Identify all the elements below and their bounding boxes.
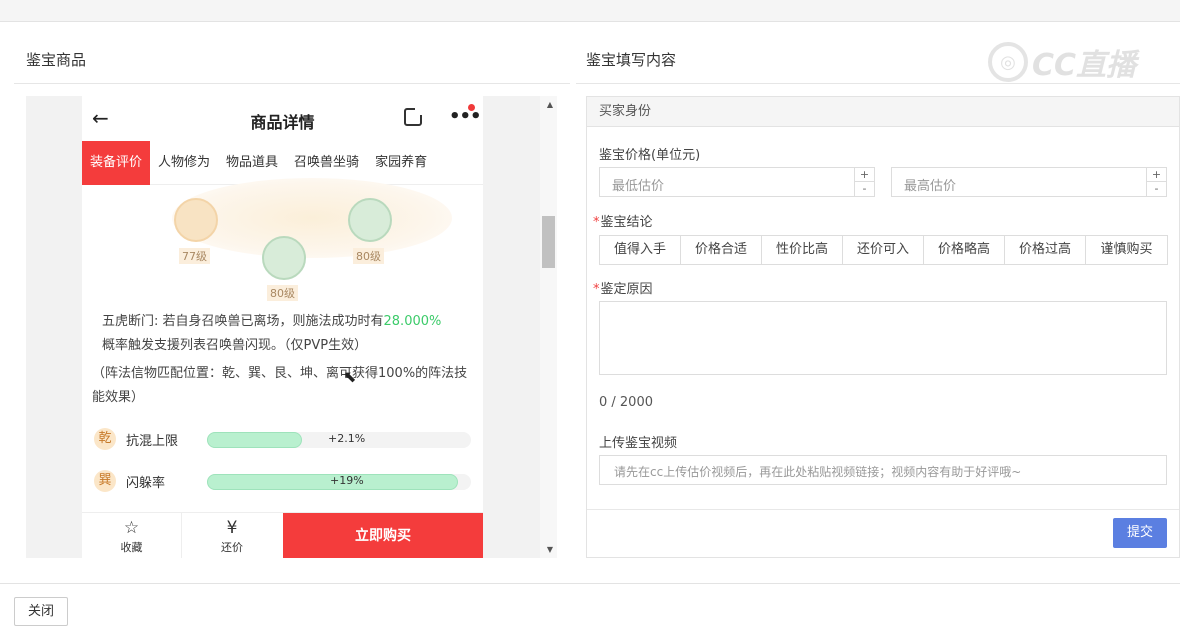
skill-text: 五虎断门: 若自身召唤兽已离场，则施法成功时有 [102,314,384,329]
min-price-input[interactable]: 最低估价 + - [599,167,875,197]
reason-label: *鉴定原因 [593,278,653,297]
max-price-placeholder: 最高估价 [904,179,957,194]
formation-position-text: （阵法信物匹配位置：乾、巽、艮、坤、离可获得100%的阵法技能效果） [92,366,468,405]
weapon-badge-icon [348,198,392,242]
product-preview[interactable]: ← 商品详情 ••• 装备评价 人物修为 物品道具 召唤兽坐骑 家园养育 77级… [26,96,557,558]
required-mark: * [593,215,600,230]
conclusion-option[interactable]: 值得入手 [600,236,681,264]
scroll-up-icon[interactable]: ▲ [547,100,553,109]
video-link-input[interactable]: 请先在cc上传估价视频后，再在此处粘贴视频链接；视频内容有助于好评哦~ [599,455,1167,485]
favorite-button[interactable]: ☆ 收藏 [82,513,182,558]
preview-scrollbar[interactable]: ▲ ▼ [540,96,557,558]
buy-now-button[interactable]: 立即购买 [283,513,483,558]
level-label: 80级 [267,285,298,301]
formation-badge-icon [174,198,218,242]
watermark-text: CC直播 [1032,48,1137,83]
plus-icon[interactable]: + [1147,168,1166,182]
required-mark: * [593,282,600,297]
max-price-input[interactable]: 最高估价 + - [891,167,1167,197]
bargain-button[interactable]: ¥ 还价 [182,513,282,558]
buyer-identity-header: 买家身份 [587,97,1179,127]
conclusion-option[interactable]: 价格合适 [681,236,762,264]
scrollbar-thumb[interactable] [542,216,555,268]
submit-button[interactable]: 提交 [1113,518,1167,548]
tab-character[interactable]: 人物修为 [150,141,218,185]
plus-icon[interactable]: + [855,168,874,182]
skill-highlight: 28.000% [383,314,442,329]
footer-divider [0,583,1180,584]
conclusion-option[interactable]: 还价可入 [843,236,924,264]
form-footer-divider [587,509,1179,510]
formation-artwork: 77级 80级 80级 [162,178,462,303]
top-bar [0,0,1180,22]
notification-dot [468,104,475,111]
conclusion-option[interactable]: 谨慎购买 [1086,236,1167,264]
stat-value: +2.1% [328,432,366,445]
conclusion-options: 值得入手 价格合适 性价比高 还价可入 价格略高 价格过高 谨慎购买 [599,235,1168,265]
skill-description: 五虎断门: 若自身召唤兽已离场，则施法成功时有28.000% 概率触发支援列表召… [102,310,472,358]
level-label: 80级 [353,248,384,264]
phone-screen: ← 商品详情 ••• 装备评价 人物修为 物品道具 召唤兽坐骑 家园养育 77级… [82,96,483,558]
stat-symbol: 乾 [94,428,116,450]
min-price-stepper[interactable]: + - [854,168,874,196]
stat-name: 抗混上限 [126,434,179,449]
left-section-title: 鉴宝商品 [26,51,87,69]
star-icon: ☆ [123,518,140,538]
conclusion-option[interactable]: 价格过高 [1005,236,1086,264]
appraisal-form: 买家身份 鉴宝价格(单位元) 最低估价 + - 最高估价 + - *鉴宝结论 值得入… [586,96,1180,558]
stat-value: +19% [330,474,364,487]
video-label: 上传鉴宝视频 [599,436,678,451]
stat-symbol: 巽 [94,470,116,492]
close-button[interactable]: 关闭 [14,597,68,626]
stat-bar-fill [207,432,302,448]
tab-equipment-review[interactable]: 装备评价 [82,141,151,185]
min-price-placeholder: 最低估价 [612,179,665,194]
watermark-logo: ◎ CC直播 [988,40,1148,84]
stat-row: 乾 抗混上限 +2.1% [94,427,474,451]
conclusion-option[interactable]: 价格略高 [924,236,1005,264]
tab-home[interactable]: 家园养育 [367,141,435,185]
minus-icon[interactable]: - [855,182,874,196]
skill-text-2: 概率触发支援列表召唤兽闪现。（仅PVP生效） [102,338,368,353]
mouse-cursor-icon: ⬉ [343,367,357,386]
scroll-down-icon[interactable]: ▼ [547,545,553,554]
conclusion-option[interactable]: 性价比高 [762,236,843,264]
minus-icon[interactable]: - [1147,182,1166,196]
char-counter: 0 / 2000 [599,395,653,410]
price-label: 鉴宝价格(单位元) [599,148,701,163]
conclusion-label-text: 鉴宝结论 [600,215,653,230]
share-icon[interactable] [404,106,424,126]
max-price-stepper[interactable]: + - [1146,168,1166,196]
more-icon[interactable]: ••• [449,106,482,127]
bargain-label: 还价 [221,541,243,554]
stat-row: 巽 闪躲率 +19% [94,469,474,493]
reason-label-text: 鉴定原因 [600,282,653,297]
conclusion-label: *鉴宝结论 [593,211,653,230]
reason-textarea[interactable] [599,301,1167,375]
phone-bottom-bar: ☆ 收藏 ¥ 还价 立即购买 [82,512,483,558]
phone-nav-bar: ← 商品详情 ••• [82,96,483,141]
video-link-placeholder: 请先在cc上传估价视频后，再在此处粘贴视频链接；视频内容有助于好评哦~ [614,465,1022,479]
cc-logo-icon: ◎ [988,42,1028,82]
level-label: 77级 [179,248,210,264]
yuan-icon: ¥ [226,518,238,538]
favorite-label: 收藏 [120,541,143,554]
summon-badge-icon [262,236,306,280]
stat-name: 闪躲率 [126,476,166,491]
left-divider [14,83,570,84]
right-section-title: 鉴宝填写内容 [586,51,677,69]
